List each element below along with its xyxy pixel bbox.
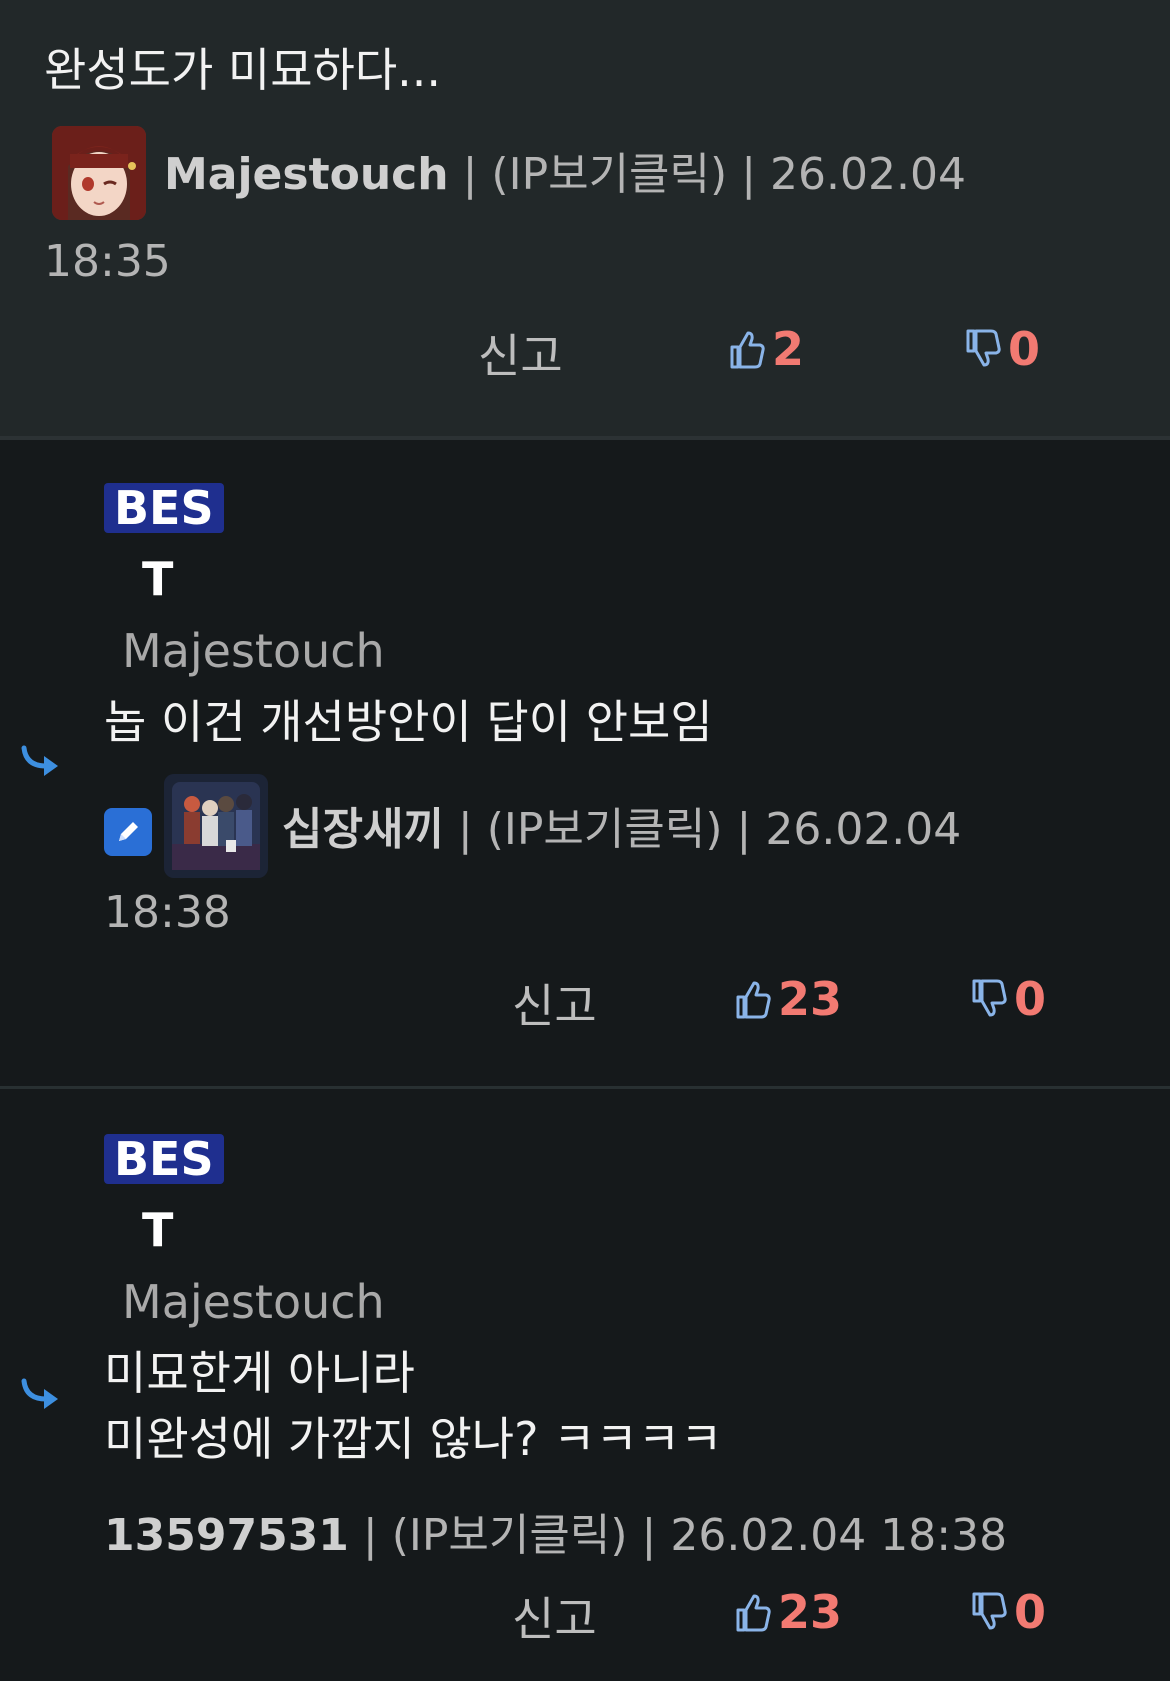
- reply-target[interactable]: Majestouch: [122, 624, 385, 678]
- dislike-button[interactable]: 0: [962, 322, 1040, 376]
- thumbs-up-icon: [736, 981, 771, 1019]
- dislike-button[interactable]: 0: [968, 972, 1046, 1026]
- report-button[interactable]: 신고: [478, 320, 563, 386]
- like-button[interactable]: 23: [732, 1585, 842, 1639]
- comment-text: 완성도가 미묘하다...: [44, 43, 442, 97]
- comment-text-line-2: 미완성에 가깝지 않나? ㅋㅋㅋㅋ: [104, 1412, 723, 1466]
- thumbs-up-icon: [730, 331, 765, 369]
- comment-meta: 13597531 | (IP보기클릭) | 26.02.04 18:38: [104, 1499, 1007, 1563]
- best-badge-suffix: T: [142, 1203, 174, 1257]
- dislike-count: 0: [1014, 972, 1047, 1026]
- ip-link[interactable]: (IP보기클릭): [392, 1510, 628, 1561]
- ip-link[interactable]: (IP보기클릭): [487, 804, 723, 855]
- dislike-count: 0: [1008, 322, 1041, 376]
- author-name[interactable]: 십장새끼: [282, 804, 444, 855]
- separator: |: [736, 804, 752, 855]
- ip-link[interactable]: (IP보기클릭): [491, 149, 727, 200]
- reply-target[interactable]: Majestouch: [122, 1275, 385, 1329]
- comment-1: 완성도가 미묘하다... Majestouch | (IP보기클릭) | 26.…: [0, 0, 1170, 436]
- comment-meta: 십장새끼 | (IP보기클릭) | 26.02.04: [282, 793, 961, 857]
- time: 18:38: [104, 887, 231, 938]
- report-button[interactable]: 신고: [512, 970, 597, 1036]
- author-name[interactable]: Majestouch: [164, 149, 449, 200]
- best-badge: BES: [104, 1134, 224, 1184]
- pencil-icon[interactable]: [104, 808, 152, 856]
- separator: |: [641, 1510, 657, 1561]
- dislike-button[interactable]: 0: [968, 1585, 1046, 1639]
- date: 26.02.04: [670, 1510, 867, 1561]
- like-count: 23: [778, 972, 843, 1026]
- thumbs-up-icon: [736, 1594, 771, 1632]
- time: 18:35: [44, 236, 171, 287]
- report-button[interactable]: 신고: [512, 1583, 597, 1649]
- separator: |: [741, 149, 757, 200]
- comment-text-line-1: 미묘한게 아니라: [104, 1346, 415, 1400]
- separator: |: [457, 804, 473, 855]
- reply-arrow-icon: [21, 745, 58, 776]
- separator: |: [462, 149, 478, 200]
- thumbs-down-icon: [966, 329, 1001, 367]
- comment-3: BES T Majestouch 미묘한게 아니라 미완성에 가깝지 않나? ㅋ…: [0, 1089, 1170, 1681]
- comment-meta: Majestouch | (IP보기클릭) | 26.02.04: [164, 138, 966, 202]
- group-illustration-avatar[interactable]: [164, 774, 268, 878]
- separator: |: [362, 1510, 378, 1561]
- time: 18:38: [880, 1510, 1008, 1561]
- like-count: 2: [772, 322, 805, 376]
- comment-2: BES T Majestouch 놉 이건 개선방안이 답이 안보임 십장새끼 …: [0, 440, 1170, 1086]
- like-count: 23: [778, 1585, 843, 1639]
- comment-text: 놉 이건 개선방안이 답이 안보임: [104, 695, 713, 749]
- anime-girl-avatar[interactable]: [52, 126, 146, 220]
- dislike-count: 0: [1014, 1585, 1047, 1639]
- like-button[interactable]: 2: [726, 322, 804, 376]
- best-badge-suffix: T: [142, 552, 174, 606]
- thumbs-down-icon: [972, 979, 1007, 1017]
- thumbs-down-icon: [972, 1592, 1007, 1630]
- reply-arrow-icon: [21, 1378, 58, 1409]
- author-name[interactable]: 13597531: [104, 1510, 349, 1561]
- best-badge: BES: [104, 483, 224, 533]
- date: 26.02.04: [765, 804, 962, 855]
- date: 26.02.04: [770, 149, 966, 200]
- like-button[interactable]: 23: [732, 972, 842, 1026]
